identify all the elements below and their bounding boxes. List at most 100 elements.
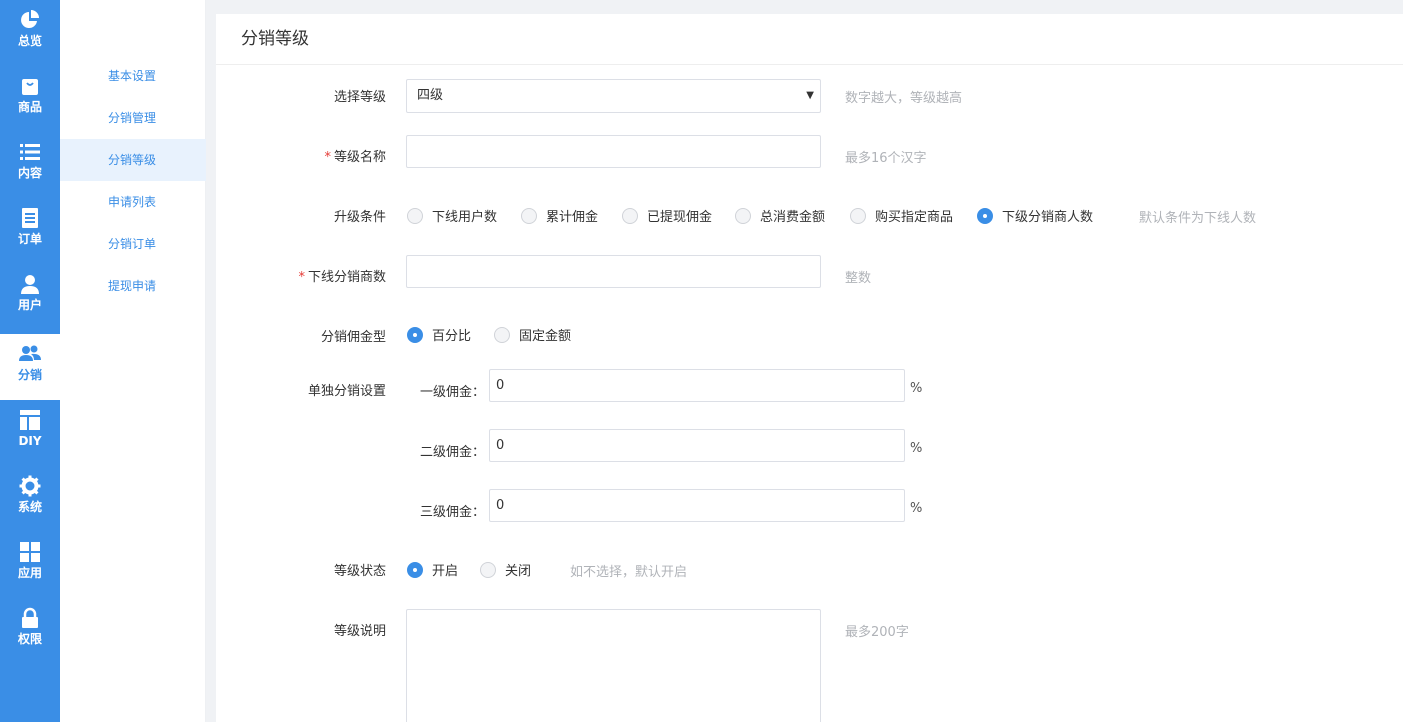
commission-type-fixed[interactable]: 固定金额 <box>494 325 571 344</box>
level-name-input[interactable] <box>406 135 821 168</box>
upgrade-option-buy-product[interactable]: 购买指定商品 <box>850 206 953 225</box>
level-description-label: 等级说明 <box>333 624 386 639</box>
radio-label: 固定金额 <box>519 329 572 344</box>
nav-item-distribution[interactable]: 分销 <box>0 334 60 400</box>
radio-dot <box>622 207 638 224</box>
radio-label: 购买指定商品 <box>875 210 954 225</box>
nav-item-orders[interactable]: 订单 <box>0 198 60 264</box>
nav-label: 系统 <box>17 500 42 514</box>
sub-distributor-count-label: * 下线分销商数 <box>216 266 386 285</box>
caret-down-icon: ▼ <box>806 90 814 101</box>
percent-unit: % <box>910 441 923 456</box>
level2-commission-input[interactable] <box>489 429 905 462</box>
radio-dot <box>494 326 510 343</box>
subnav-distribution-levels[interactable]: 分销等级 <box>60 139 206 181</box>
grid-icon <box>20 542 40 562</box>
sub-distributor-count-hint: 整数 <box>845 271 872 286</box>
radio-dot <box>521 207 537 224</box>
level-description-textarea[interactable] <box>406 609 821 722</box>
upgrade-option-total-spend[interactable]: 总消费金额 <box>735 206 825 225</box>
upgrade-option-total-commission[interactable]: 累计佣金 <box>521 206 598 225</box>
required-mark: * <box>324 150 331 165</box>
layout-icon <box>20 410 40 430</box>
radio-label: 下级分销商人数 <box>1002 210 1094 225</box>
radio-dot <box>850 207 866 224</box>
subnav-distribution-orders[interactable]: 分销订单 <box>60 223 206 265</box>
status-disabled[interactable]: 关闭 <box>480 560 531 579</box>
nav-item-users[interactable]: 用户 <box>0 264 60 330</box>
level3-commission-input[interactable] <box>489 489 905 522</box>
nav-label: 权限 <box>17 632 42 646</box>
sub-distributor-count-input[interactable] <box>406 255 821 288</box>
nav-item-content[interactable]: 内容 <box>0 132 60 198</box>
subnav-withdrawal-requests[interactable]: 提现申请 <box>60 265 206 307</box>
level3-commission-label: 三级佣金： <box>419 505 485 520</box>
nav-label: 用户 <box>17 298 42 312</box>
nav-label: 商品 <box>17 100 42 114</box>
nav-item-diy[interactable]: DIY <box>0 400 60 466</box>
level-name-label-text: 等级名称 <box>333 150 386 165</box>
percent-unit: % <box>910 501 923 516</box>
radio-label: 关闭 <box>505 564 532 579</box>
nav-label: 订单 <box>17 232 42 246</box>
main-panel: 分销等级 选择等级 四级 ▼ 数字越大，等级越高 * 等级名称 最多16个汉字 升… <box>216 14 1403 722</box>
subnav-distributor-management[interactable]: 分销管理 <box>60 97 206 139</box>
subnav-basic-settings[interactable]: 基本设置 <box>60 55 206 97</box>
radio-dot <box>480 561 496 578</box>
nav-item-system[interactable]: 系统 <box>0 466 60 532</box>
required-mark: * <box>298 270 305 285</box>
status-hint: 如不选择，默认开启 <box>570 565 688 580</box>
nav-label: 总览 <box>17 34 42 48</box>
commission-type-label: 分销佣金型 <box>320 330 386 345</box>
pie-chart-icon <box>21 10 39 28</box>
level-description-hint: 最多200字 <box>845 625 909 640</box>
gear-icon <box>19 475 41 497</box>
radio-dot <box>735 207 751 224</box>
page-title: 分销等级 <box>216 14 1403 65</box>
nav-label: 内容 <box>17 166 42 180</box>
upgrade-option-downline-users[interactable]: 下线用户数 <box>407 206 497 225</box>
users-icon <box>19 345 41 361</box>
status-enabled[interactable]: 开启 <box>407 560 458 579</box>
upgrade-hint: 默认条件为下线人数 <box>1139 211 1257 226</box>
nav-item-apps[interactable]: 应用 <box>0 532 60 598</box>
radio-dot-selected <box>407 561 423 578</box>
commission-type-percent[interactable]: 百分比 <box>407 325 471 344</box>
upgrade-condition-label: 升级条件 <box>333 210 386 225</box>
level2-commission-label: 二级佣金： <box>419 445 485 460</box>
sub-nav: 基本设置 分销管理 分销等级 申请列表 分销订单 提现申请 <box>60 0 206 722</box>
bag-icon <box>22 79 38 95</box>
level-name-hint: 最多16个汉字 <box>845 151 927 166</box>
main-nav: 总览 商品 内容 订单 用户 分销 DIY 系统 应用 权限 <box>0 0 60 722</box>
list-icon <box>20 144 40 160</box>
document-icon <box>22 208 38 228</box>
percent-unit: % <box>910 381 923 396</box>
nav-label: 应用 <box>17 566 42 580</box>
level-select[interactable]: 四级 ▼ <box>406 79 821 113</box>
radio-dot <box>407 207 423 224</box>
subnav-application-list[interactable]: 申请列表 <box>60 181 206 223</box>
radio-label: 总消费金额 <box>760 210 826 225</box>
nav-label: DIY <box>18 434 42 448</box>
radio-label: 百分比 <box>432 329 472 344</box>
level1-commission-input[interactable] <box>489 369 905 402</box>
radio-dot-selected <box>977 207 993 224</box>
level-hint: 数字越大，等级越高 <box>845 91 963 106</box>
nav-item-overview[interactable]: 总览 <box>0 0 60 66</box>
lock-icon <box>22 607 38 628</box>
level-status-label: 等级状态 <box>333 564 386 579</box>
upgrade-option-sub-distributors[interactable]: 下级分销商人数 <box>977 206 1093 225</box>
nav-item-permissions[interactable]: 权限 <box>0 598 60 664</box>
nav-item-goods[interactable]: 商品 <box>0 66 60 132</box>
level-select-value: 四级 <box>417 88 444 103</box>
upgrade-option-withdrawn-commission[interactable]: 已提现佣金 <box>622 206 712 225</box>
radio-label: 下线用户数 <box>432 210 498 225</box>
nav-label: 分销 <box>17 368 42 382</box>
user-icon <box>21 275 39 294</box>
level1-commission-label: 一级佣金： <box>419 385 485 400</box>
level-select-label: 选择等级 <box>333 90 386 105</box>
sub-distributor-count-label-text: 下线分销商数 <box>307 270 386 285</box>
level-name-label: * 等级名称 <box>216 146 386 165</box>
radio-dot-selected <box>407 326 423 343</box>
radio-label: 已提现佣金 <box>647 210 713 225</box>
